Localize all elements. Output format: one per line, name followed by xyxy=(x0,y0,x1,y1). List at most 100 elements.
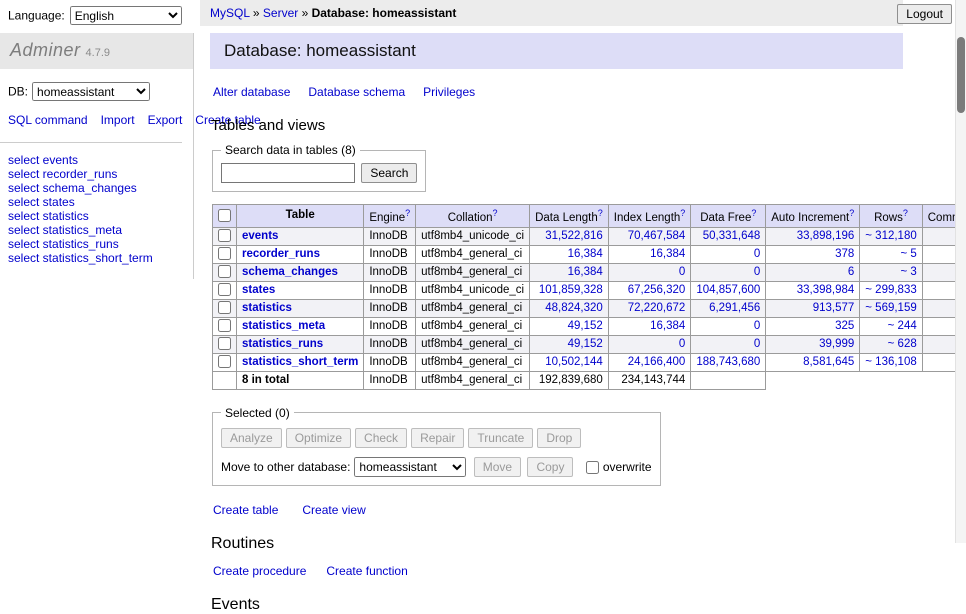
create-procedure-link[interactable]: Create procedure xyxy=(213,564,306,578)
data-free-link[interactable]: 6,291,456 xyxy=(709,302,760,314)
sidebar-item-recorder-runs[interactable]: select recorder_runs xyxy=(8,167,185,181)
data-length-link[interactable]: 101,859,328 xyxy=(539,284,603,296)
scrollbar-thumb[interactable] xyxy=(957,37,965,113)
search-button[interactable]: Search xyxy=(361,163,417,183)
data-free-link[interactable]: 50,331,648 xyxy=(703,230,761,242)
row-checkbox[interactable] xyxy=(218,301,231,314)
auto-increment-link[interactable]: 33,398,984 xyxy=(797,284,855,296)
overwrite-checkbox[interactable] xyxy=(586,461,599,474)
auto-increment-link[interactable]: 378 xyxy=(835,248,854,260)
rows-count-link[interactable]: ~ 244 xyxy=(888,320,917,332)
data-length-link[interactable]: 16,384 xyxy=(568,248,603,260)
table-link-statistics-runs[interactable]: statistics_runs xyxy=(242,338,323,350)
search-input[interactable] xyxy=(221,163,355,183)
data-length-link[interactable]: 48,824,320 xyxy=(545,302,603,314)
data-length-link[interactable]: 10,502,144 xyxy=(545,356,603,368)
table-link-statistics-short-term[interactable]: statistics_short_term xyxy=(242,356,358,368)
sidebar-item-statistics-short-term[interactable]: select statistics_short_term xyxy=(8,251,185,265)
index-length-link[interactable]: 72,220,672 xyxy=(628,302,686,314)
index-length-link[interactable]: 24,166,400 xyxy=(628,356,686,368)
row-checkbox[interactable] xyxy=(218,319,231,332)
index-length-link[interactable]: 0 xyxy=(679,266,685,278)
table-link-recorder-runs[interactable]: recorder_runs xyxy=(242,248,320,260)
table-link-events[interactable]: events xyxy=(242,230,278,242)
menu-sql-command-link[interactable]: SQL command xyxy=(8,113,88,127)
brand-name[interactable]: Adminer xyxy=(10,40,81,60)
rows-count-link[interactable]: ~ 569,159 xyxy=(865,302,916,314)
menu-export-link[interactable]: Export xyxy=(148,113,183,127)
sidebar-item-events[interactable]: select events xyxy=(8,153,185,167)
rows-count-link[interactable]: ~ 312,180 xyxy=(865,230,916,242)
data-free-link[interactable]: 0 xyxy=(754,266,760,278)
create-view-link[interactable]: Create view xyxy=(302,503,365,517)
index-length-link[interactable]: 0 xyxy=(679,338,685,350)
alter-database-link[interactable]: Alter database xyxy=(213,85,290,99)
check-button[interactable]: Check xyxy=(355,428,407,448)
data-length-link[interactable]: 49,152 xyxy=(568,320,603,332)
copy-button[interactable]: Copy xyxy=(527,457,573,477)
index-length-link[interactable]: 16,384 xyxy=(650,320,685,332)
index-length-link[interactable]: 67,256,320 xyxy=(628,284,686,296)
data-free-link[interactable]: 0 xyxy=(754,338,760,350)
row-checkbox[interactable] xyxy=(218,229,231,242)
auto-increment-link[interactable]: 325 xyxy=(835,320,854,332)
database-schema-link[interactable]: Database schema xyxy=(308,85,405,99)
privileges-link[interactable]: Privileges xyxy=(423,85,475,99)
help-link[interactable]: ? xyxy=(751,208,756,218)
optimize-button[interactable]: Optimize xyxy=(286,428,351,448)
help-link[interactable]: ? xyxy=(680,208,685,218)
logout-button[interactable]: Logout xyxy=(897,4,952,24)
auto-increment-link[interactable]: 33,898,196 xyxy=(797,230,855,242)
help-link[interactable]: ? xyxy=(492,208,497,218)
rows-count-link[interactable]: ~ 136,108 xyxy=(865,356,916,368)
rows-count-link[interactable]: ~ 3 xyxy=(900,266,916,278)
data-free-link[interactable]: 188,743,680 xyxy=(696,356,760,368)
auto-increment-link[interactable]: 39,999 xyxy=(819,338,854,350)
breadcrumb-link-mysql[interactable]: MySQL xyxy=(210,6,250,20)
help-link[interactable]: ? xyxy=(903,208,908,218)
repair-button[interactable]: Repair xyxy=(411,428,464,448)
row-checkbox[interactable] xyxy=(218,265,231,278)
row-checkbox[interactable] xyxy=(218,247,231,260)
index-length-link[interactable]: 70,467,584 xyxy=(628,230,686,242)
row-checkbox[interactable] xyxy=(218,337,231,350)
select-all-checkbox[interactable] xyxy=(218,209,231,222)
sidebar-item-schema-changes[interactable]: select schema_changes xyxy=(8,181,185,195)
data-free-link[interactable]: 104,857,600 xyxy=(696,284,760,296)
menu-import-link[interactable]: Import xyxy=(101,113,135,127)
index-length-link[interactable]: 16,384 xyxy=(650,248,685,260)
auto-increment-link[interactable]: 8,581,645 xyxy=(803,356,854,368)
truncate-button[interactable]: Truncate xyxy=(468,428,533,448)
move-button[interactable]: Move xyxy=(474,457,521,477)
language-select[interactable]: English xyxy=(70,6,182,25)
drop-button[interactable]: Drop xyxy=(537,428,581,448)
create-table-link[interactable]: Create table xyxy=(213,503,278,517)
data-length-link[interactable]: 49,152 xyxy=(568,338,603,350)
rows-count-link[interactable]: ~ 299,833 xyxy=(865,284,916,296)
help-link[interactable]: ? xyxy=(405,208,410,218)
breadcrumb-link-server[interactable]: Server xyxy=(263,6,298,20)
data-free-link[interactable]: 0 xyxy=(754,320,760,332)
scrollbar-track[interactable] xyxy=(955,0,966,543)
rows-count-link[interactable]: ~ 5 xyxy=(900,248,916,260)
db-select[interactable]: homeassistant xyxy=(32,82,150,101)
analyze-button[interactable]: Analyze xyxy=(221,428,282,448)
create-function-link[interactable]: Create function xyxy=(326,564,407,578)
sidebar-item-statistics-meta[interactable]: select statistics_meta xyxy=(8,223,185,237)
sidebar-item-states[interactable]: select states xyxy=(8,195,185,209)
rows-count-link[interactable]: ~ 628 xyxy=(888,338,917,350)
data-free-link[interactable]: 0 xyxy=(754,248,760,260)
row-checkbox[interactable] xyxy=(218,283,231,296)
auto-increment-link[interactable]: 6 xyxy=(848,266,854,278)
table-link-statistics-meta[interactable]: statistics_meta xyxy=(242,320,325,332)
table-link-schema-changes[interactable]: schema_changes xyxy=(242,266,338,278)
help-link[interactable]: ? xyxy=(849,208,854,218)
table-link-statistics[interactable]: statistics xyxy=(242,302,292,314)
sidebar-item-statistics[interactable]: select statistics xyxy=(8,209,185,223)
table-link-states[interactable]: states xyxy=(242,284,275,296)
data-length-link[interactable]: 31,522,816 xyxy=(545,230,603,242)
help-link[interactable]: ? xyxy=(598,208,603,218)
move-db-select[interactable]: homeassistant xyxy=(354,457,466,477)
auto-increment-link[interactable]: 913,577 xyxy=(813,302,855,314)
row-checkbox[interactable] xyxy=(218,355,231,368)
